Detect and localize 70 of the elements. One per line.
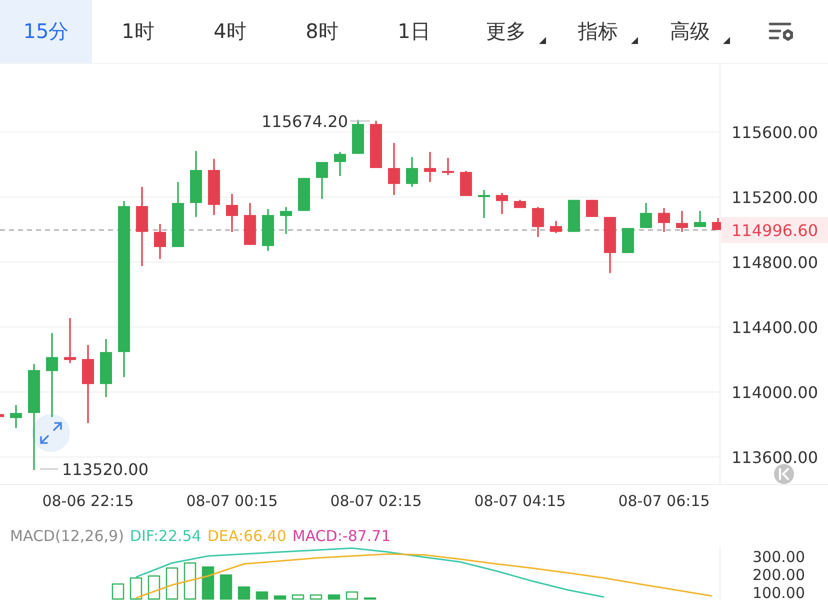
- macd-legend-item: DIF:22.54: [130, 527, 202, 546]
- leader-line: [350, 120, 370, 122]
- candle: [388, 143, 400, 196]
- macd-legend-item: DEA:66.40: [207, 527, 286, 546]
- candle: [640, 202, 652, 228]
- time-axis-label: 08-06 22:15: [42, 492, 134, 510]
- macd-legend-item: MACD:-87.71: [292, 527, 391, 546]
- price-axis-label: 114800.00: [731, 252, 818, 272]
- timeframe-tab[interactable]: 1时: [92, 0, 184, 63]
- candle: [460, 170, 472, 196]
- candle: [298, 178, 310, 211]
- leader-line: [40, 468, 58, 470]
- candle: [190, 150, 202, 217]
- candle: [568, 200, 580, 232]
- macd-axis-label: 200.00: [752, 566, 805, 584]
- time-axis-label: 08-07 06:15: [618, 492, 710, 510]
- time-axis-label: 08-07 00:15: [186, 492, 278, 510]
- candle: [316, 162, 328, 199]
- candle: [0, 414, 4, 418]
- candle: [406, 156, 418, 187]
- price-axis-label: 115600.00: [731, 122, 818, 142]
- time-axis-label: 08-07 04:15: [474, 492, 566, 510]
- candle: [172, 182, 184, 248]
- price-axis-label: 114400.00: [731, 318, 818, 337]
- high-price-label: 115674.20: [261, 112, 348, 131]
- candle: [370, 120, 382, 168]
- candle: [10, 405, 22, 428]
- current-price-label: 114996.60: [721, 217, 828, 244]
- timeframe-tab[interactable]: 15分: [0, 0, 92, 63]
- timeframe-tab[interactable]: 4时: [184, 0, 276, 63]
- timeframe-tab[interactable]: 高级: [644, 0, 736, 63]
- macd-axis-label: 100.00: [752, 584, 805, 600]
- price-axis-label: 113600.00: [731, 448, 818, 468]
- candle: [280, 207, 292, 234]
- caret-icon: [539, 37, 546, 44]
- timeframe-tab[interactable]: 8时: [276, 0, 368, 63]
- candle: [532, 207, 544, 237]
- candle: [154, 224, 166, 260]
- candle: [514, 200, 526, 208]
- candle: [100, 339, 112, 398]
- candle: [64, 318, 76, 364]
- candle: [676, 210, 688, 232]
- low-price-label: 113520.00: [62, 460, 149, 479]
- caret-icon: [723, 37, 730, 44]
- timeframe-tab[interactable]: 1日: [368, 0, 460, 63]
- time-axis-label: 08-07 02:15: [330, 492, 422, 510]
- price-axis-label: 115200.00: [731, 188, 818, 207]
- expand-icon[interactable]: [32, 414, 70, 452]
- candle: [208, 158, 220, 215]
- candle: [550, 221, 562, 234]
- candle: [424, 152, 436, 182]
- candle: [658, 208, 670, 232]
- price-axis-label: 114000.00: [731, 383, 818, 402]
- candle: [622, 228, 634, 254]
- candle: [442, 158, 454, 176]
- candle: [244, 202, 256, 245]
- candle: [334, 152, 346, 176]
- candle: [262, 209, 274, 251]
- timeframe-tab[interactable]: 指标: [552, 0, 644, 63]
- candle: [478, 190, 490, 218]
- macd-legend-item: MACD(12,26,9): [10, 527, 124, 546]
- candle: [352, 120, 364, 154]
- caret-icon: [631, 37, 638, 44]
- candle: [226, 194, 238, 232]
- candle: [586, 200, 598, 217]
- macd-axis-label: 300.00: [752, 548, 805, 566]
- candle: [496, 192, 508, 214]
- candle: [604, 216, 616, 274]
- timeframe-tab[interactable]: 更多: [460, 0, 552, 63]
- candle: [694, 210, 706, 228]
